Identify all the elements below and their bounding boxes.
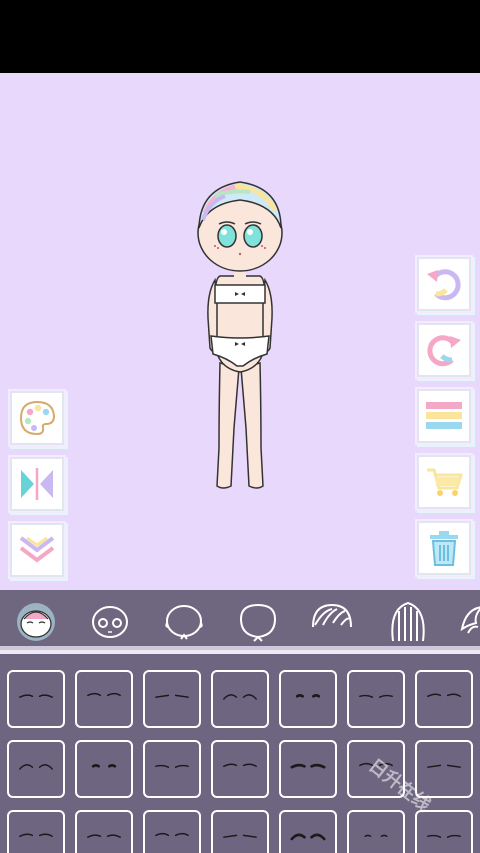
eyebrow-option-icon xyxy=(364,834,388,838)
face-outline-icon xyxy=(165,605,203,640)
hair-side-icon xyxy=(460,606,480,634)
shop-button[interactable] xyxy=(417,455,471,509)
item-slot[interactable] xyxy=(279,670,337,728)
layer-down-button[interactable] xyxy=(10,523,64,577)
delete-button[interactable] xyxy=(417,521,471,575)
eyebrow-option-icon xyxy=(155,764,189,768)
eyebrow-option-icon xyxy=(87,834,121,838)
palette-button[interactable] xyxy=(10,391,64,445)
eyebrow-option-icon xyxy=(290,833,326,841)
item-slot[interactable] xyxy=(143,740,201,798)
item-slot[interactable] xyxy=(279,740,337,798)
eyebrow-option-icon xyxy=(223,834,257,838)
eyebrow-option-icon xyxy=(87,692,121,697)
eyebrow-option-icon xyxy=(155,832,189,837)
item-slot[interactable] xyxy=(75,740,133,798)
eyebrow-option-icon xyxy=(427,834,461,838)
tab-face-eyes[interactable] xyxy=(86,598,134,644)
item-slot[interactable] xyxy=(7,810,65,853)
hair-front-icon xyxy=(312,603,352,628)
eyebrow-option-icon xyxy=(427,693,461,698)
tab-face-expression[interactable] xyxy=(12,598,60,644)
face-eyes-icon xyxy=(92,606,128,638)
menu-button[interactable] xyxy=(417,389,471,443)
eyebrow-option-icon xyxy=(359,694,393,698)
top-black-bar xyxy=(0,0,480,73)
flip-horizontal-icon xyxy=(21,468,53,500)
eyebrow-option-icon xyxy=(290,763,326,769)
eyebrow-option-icon xyxy=(19,694,53,698)
tab-hair-side[interactable] xyxy=(458,598,480,644)
item-slot[interactable] xyxy=(415,810,473,853)
face-eyebrows-icon xyxy=(17,603,55,641)
undo-button[interactable] xyxy=(417,257,471,311)
eyebrow-option-icon xyxy=(155,694,189,698)
tab-face-shape[interactable] xyxy=(234,598,282,644)
item-grid xyxy=(0,650,480,853)
item-slot[interactable] xyxy=(75,670,133,728)
item-slot[interactable] xyxy=(143,670,201,728)
trash-icon xyxy=(430,531,458,566)
eyebrow-option-icon xyxy=(91,764,117,768)
eyebrow-option-icon xyxy=(295,694,321,698)
character-avatar xyxy=(197,181,283,489)
tab-hair-back[interactable] xyxy=(384,598,432,644)
item-slot[interactable] xyxy=(415,670,473,728)
item-slot[interactable] xyxy=(211,670,269,728)
flip-button[interactable] xyxy=(10,457,64,511)
palette-icon xyxy=(19,400,56,436)
face-shape-icon xyxy=(239,603,277,642)
item-slot[interactable] xyxy=(7,740,65,798)
tab-hair-front[interactable] xyxy=(308,598,356,644)
item-slot[interactable] xyxy=(143,810,201,853)
item-slot[interactable] xyxy=(7,670,65,728)
tab-face-base[interactable] xyxy=(160,598,208,644)
eyebrow-option-icon xyxy=(19,833,53,838)
redo-icon xyxy=(427,335,461,367)
item-slot[interactable] xyxy=(347,810,405,853)
eyebrow-option-icon xyxy=(19,764,53,770)
hair-back-icon xyxy=(391,601,425,642)
character-stage xyxy=(0,73,480,590)
category-tab-bar xyxy=(0,590,480,650)
redo-button[interactable] xyxy=(417,323,471,377)
item-slot[interactable] xyxy=(211,810,269,853)
eyebrow-option-icon xyxy=(223,763,257,768)
eyebrow-option-icon xyxy=(223,694,257,700)
item-slot[interactable] xyxy=(75,810,133,853)
cart-icon xyxy=(427,468,464,496)
item-slot[interactable] xyxy=(211,740,269,798)
chevron-double-down-icon xyxy=(19,536,55,563)
item-slot[interactable] xyxy=(347,670,405,728)
undo-icon xyxy=(427,269,461,301)
menu-stripes-icon xyxy=(426,402,462,429)
item-slot[interactable] xyxy=(279,810,337,853)
